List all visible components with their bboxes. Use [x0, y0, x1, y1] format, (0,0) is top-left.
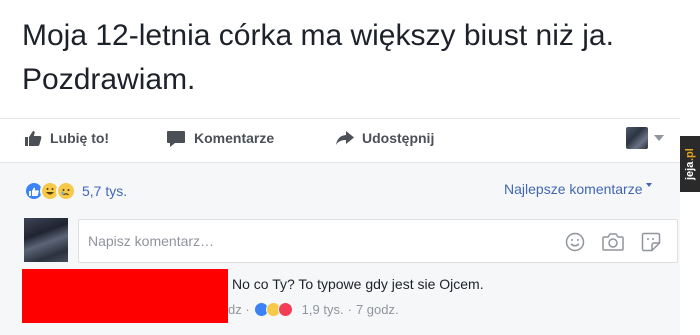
- sort-label: Najlepsze komentarze: [504, 181, 643, 197]
- viewer-avatar: [626, 127, 648, 149]
- watermark-accent: .pl: [684, 148, 696, 162]
- share-label: Udostępnij: [362, 130, 435, 146]
- meta-separator: ·: [347, 302, 352, 317]
- watermark-main: jeja: [684, 161, 696, 180]
- post-action-bar: Lubię to! Komentarze Udostępnij: [0, 118, 680, 156]
- comment-meta: dz · 1,9 tys. · 7 godz.: [228, 302, 399, 317]
- like-label: Lubię to!: [50, 130, 110, 146]
- share-button[interactable]: Udostępnij: [336, 128, 434, 148]
- composer-avatar: [24, 218, 68, 262]
- reactions-summary[interactable]: 5,7 tys.: [24, 181, 127, 201]
- reaction-count[interactable]: 5,7 tys.: [82, 183, 127, 199]
- post-text-line-1: Moja 12-letnia córka ma większy biust ni…: [22, 19, 614, 52]
- comment-meta-prefix: dz ·: [228, 302, 250, 317]
- post-text-line-2: Pozdrawiam.: [22, 63, 196, 96]
- post-text: Moja 12-letnia córka ma większy biust ni…: [22, 14, 682, 102]
- comment-body: No co Ty? To typowe gdy jest sie Ojcem.: [232, 276, 484, 292]
- comment-button[interactable]: Komentarze: [166, 128, 274, 148]
- emoji-icon[interactable]: [563, 230, 587, 254]
- sticker-icon[interactable]: [639, 230, 663, 254]
- comment-reactions[interactable]: [253, 302, 293, 317]
- share-arrow-icon: [336, 130, 354, 145]
- comment-sort-dropdown[interactable]: Najlepsze komentarze: [504, 181, 652, 197]
- comment-time[interactable]: 7 godz.: [356, 302, 399, 317]
- chevron-down-icon: [645, 183, 652, 187]
- camera-icon[interactable]: [601, 230, 625, 254]
- comment-composer: [78, 219, 678, 263]
- love-reaction-icon: [277, 302, 293, 317]
- comments-section: 5,7 tys. Najlepsze komentarze No co Ty? …: [0, 162, 680, 335]
- like-button[interactable]: Lubię to!: [24, 128, 109, 148]
- post-as-selector[interactable]: [626, 127, 664, 149]
- comment-label: Komentarze: [194, 130, 275, 146]
- site-watermark: jeja .pl: [680, 136, 700, 192]
- composer-tools: [563, 230, 677, 254]
- thumbs-up-icon: [25, 131, 42, 146]
- comment-input[interactable]: [79, 220, 549, 262]
- sad-reaction-icon: [56, 181, 76, 201]
- redacted-commenter: [22, 269, 228, 323]
- chevron-down-icon: [654, 135, 664, 141]
- comment-bubble-icon: [167, 130, 185, 147]
- comment-reaction-count[interactable]: 1,9 tys.: [302, 302, 344, 317]
